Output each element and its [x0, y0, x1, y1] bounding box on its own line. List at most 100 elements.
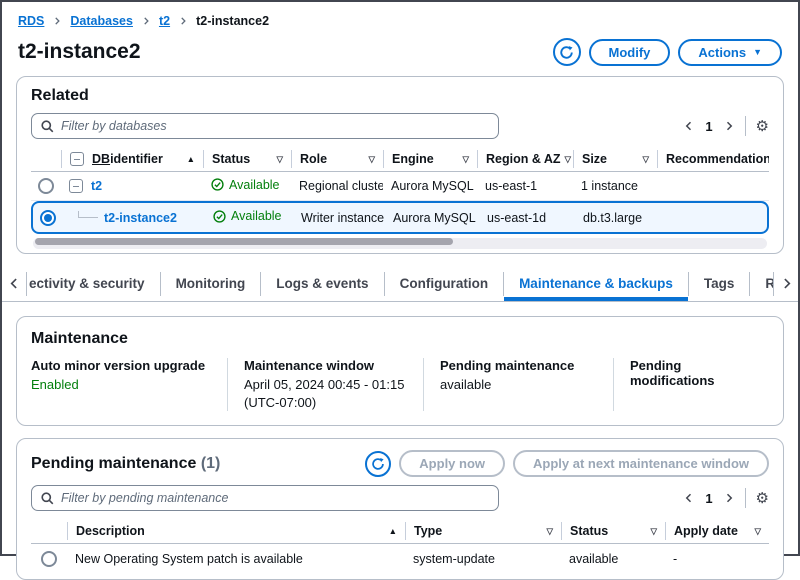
collapse-all-icon[interactable] — [70, 152, 84, 166]
gear-icon[interactable]: ⚙ — [756, 119, 769, 134]
tab-tags[interactable]: Tags — [689, 266, 750, 301]
collapse-row-icon[interactable] — [69, 179, 83, 193]
maintenance-window-value: April 05, 2024 00:45 - 01:15 (UTC-07:00) — [244, 376, 407, 411]
column-header-type[interactable]: Type▽ — [405, 522, 561, 540]
column-header-description[interactable]: Description▲ — [67, 522, 405, 540]
tab-logs-events[interactable]: Logs & events — [261, 266, 383, 301]
refresh-icon — [371, 457, 385, 471]
refresh-button[interactable] — [553, 38, 581, 66]
sort-icon[interactable]: ▽ — [565, 154, 572, 165]
region-cell: us-east-1 — [477, 179, 573, 193]
tabs-scroll-left-icon[interactable] — [2, 266, 26, 301]
tab-monitoring[interactable]: Monitoring — [161, 266, 261, 301]
apply-now-button[interactable]: Apply now — [399, 450, 505, 477]
related-panel: Related 1 ⚙ DBidentifier — [16, 76, 784, 254]
sort-icon[interactable]: ▽ — [368, 154, 375, 165]
table-row-cluster[interactable]: t2 Available Regional cluster Aurora MyS… — [31, 172, 769, 201]
size-cell: 1 instance — [573, 179, 657, 193]
search-icon — [41, 120, 54, 133]
refresh-icon — [559, 45, 574, 60]
related-pagination: 1 ⚙ — [683, 116, 769, 136]
tab-maintenance-backups[interactable]: Maintenance & backups — [504, 266, 688, 301]
pending-count: (1) — [201, 455, 221, 472]
apply-next-window-button[interactable]: Apply at next maintenance window — [513, 450, 769, 477]
field-label: Maintenance window — [244, 358, 407, 373]
breadcrumb-link-rds[interactable]: RDS — [18, 14, 44, 28]
page-title: t2-instance2 — [18, 40, 141, 64]
engine-cell: Aurora MySQL — [385, 211, 479, 225]
sort-icon[interactable]: ▽ — [754, 526, 761, 537]
auto-minor-upgrade-value: Enabled — [31, 376, 211, 394]
column-header-engine[interactable]: Engine▽ — [383, 150, 477, 168]
field-label: Pending maintenance — [440, 358, 597, 373]
page-previous-icon[interactable] — [683, 120, 695, 132]
column-header-dbidentifier[interactable]: DBidentifier ▲ — [61, 150, 203, 168]
page-previous-icon[interactable] — [683, 492, 695, 504]
breadcrumb-link-databases[interactable]: Databases — [70, 14, 133, 28]
scrollbar-thumb[interactable] — [35, 238, 453, 245]
role-cell: Regional cluster — [291, 179, 383, 193]
actions-button[interactable]: Actions ▼ — [678, 39, 782, 66]
gear-icon[interactable]: ⚙ — [756, 491, 769, 506]
divider — [745, 116, 746, 136]
cluster-link[interactable]: t2 — [91, 179, 102, 193]
pending-refresh-button[interactable] — [365, 451, 391, 477]
pending-maintenance-value: available — [440, 376, 597, 394]
pending-filter-box — [31, 485, 499, 511]
status-text: Available — [231, 209, 282, 223]
actions-button-label: Actions — [698, 45, 746, 60]
status-text: Available — [229, 178, 280, 192]
sort-ascending-icon[interactable]: ▲ — [187, 154, 195, 164]
check-circle-icon — [211, 178, 224, 191]
check-circle-icon — [213, 210, 226, 223]
related-title: Related — [31, 87, 769, 105]
page-next-icon[interactable] — [723, 120, 735, 132]
status-cell: available — [561, 552, 665, 566]
column-header-recommendations[interactable]: Recommendations▽ — [657, 150, 769, 168]
row-radio[interactable] — [41, 551, 57, 567]
related-table: DBidentifier ▲ Status▽ Role▽ Engine▽ Reg… — [31, 147, 769, 249]
detail-tabs: ectivity & security Monitoring Logs & ev… — [2, 266, 798, 302]
column-header-size[interactable]: Size▽ — [573, 150, 657, 168]
column-header-status[interactable]: Status▽ — [561, 522, 665, 540]
breadcrumb-link-cluster[interactable]: t2 — [159, 14, 170, 28]
breadcrumb-current: t2-instance2 — [196, 14, 269, 28]
related-table-header: DBidentifier ▲ Status▽ Role▽ Engine▽ Reg… — [31, 147, 769, 172]
row-radio-checked[interactable] — [40, 210, 56, 226]
column-header-region[interactable]: Region & AZ▽ — [477, 150, 573, 168]
sort-icon[interactable]: ▽ — [650, 526, 657, 537]
table-row-instance-selected[interactable]: t2-instance2 Available Writer instance A… — [31, 201, 769, 234]
sort-icon[interactable]: ▽ — [642, 154, 649, 165]
tab-recommendations[interactable]: Recommendat — [750, 266, 773, 301]
sort-icon[interactable]: ▽ — [462, 154, 469, 165]
page-number[interactable]: 1 — [705, 119, 712, 134]
sort-ascending-icon[interactable]: ▲ — [389, 526, 397, 536]
column-header-apply-date[interactable]: Apply date▽ — [665, 522, 769, 540]
breadcrumb: RDS Databases t2 t2-instance2 — [2, 2, 798, 28]
sort-icon[interactable]: ▽ — [276, 154, 283, 165]
apply-date-cell: - — [665, 552, 769, 566]
page-number[interactable]: 1 — [705, 491, 712, 506]
pending-table-row[interactable]: New Operating System patch is available … — [31, 544, 769, 573]
breadcrumb-separator-icon — [141, 16, 151, 26]
pending-pagination: 1 ⚙ — [683, 488, 769, 508]
pending-maintenance-title: Pending maintenance (1) — [31, 455, 220, 473]
horizontal-scrollbar[interactable] — [33, 238, 767, 249]
field-label: Auto minor version upgrade — [31, 358, 211, 373]
column-header-status[interactable]: Status▽ — [203, 150, 291, 168]
page-header: t2-instance2 Modify Actions ▼ — [2, 28, 798, 70]
related-filter-box — [31, 113, 499, 139]
breadcrumb-separator-icon — [52, 16, 62, 26]
page-next-icon[interactable] — [723, 492, 735, 504]
row-radio[interactable] — [38, 178, 54, 194]
instance-link[interactable]: t2-instance2 — [104, 211, 177, 225]
region-cell: us-east-1d — [479, 211, 575, 225]
tab-configuration[interactable]: Configuration — [385, 266, 503, 301]
sort-icon[interactable]: ▽ — [546, 526, 553, 537]
related-filter-input[interactable] — [61, 119, 489, 133]
tabs-scroll-right-icon[interactable] — [774, 266, 798, 301]
pending-filter-input[interactable] — [61, 491, 489, 505]
column-header-role[interactable]: Role▽ — [291, 150, 383, 168]
modify-button[interactable]: Modify — [589, 39, 671, 66]
tab-connectivity-security[interactable]: ectivity & security — [27, 266, 160, 301]
